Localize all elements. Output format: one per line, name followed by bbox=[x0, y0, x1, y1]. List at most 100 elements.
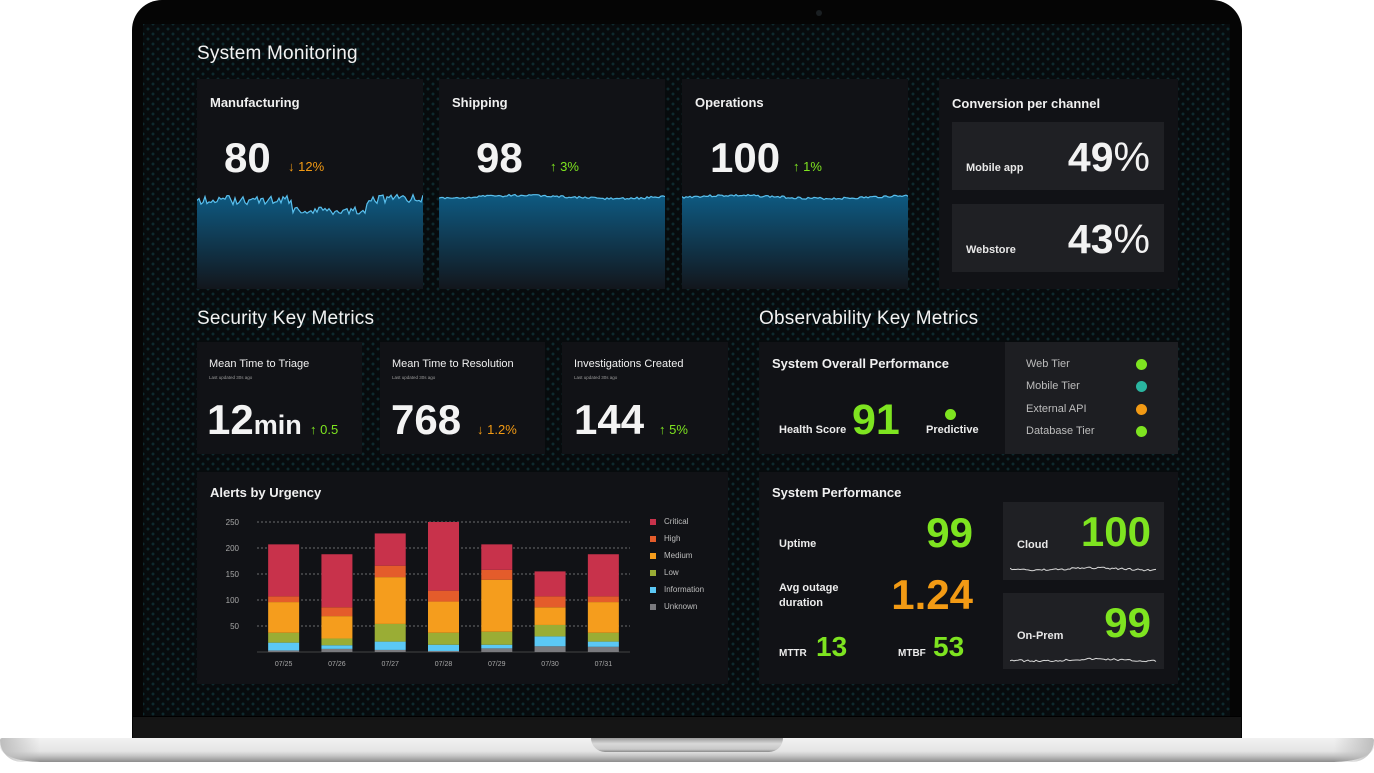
mttr-label: MTTR bbox=[779, 648, 807, 659]
bar-segment-medium bbox=[534, 607, 566, 625]
arrow-up-icon: ↑ bbox=[550, 159, 557, 174]
x-tick-label: 07/25 bbox=[275, 661, 293, 668]
channel-value: 43% bbox=[1067, 216, 1150, 262]
legend-swatch bbox=[650, 553, 656, 559]
area-fill bbox=[439, 194, 665, 289]
panel-on-prem[interactable]: On-Prem 99 bbox=[1003, 593, 1164, 669]
sparkline-area-chart bbox=[682, 193, 908, 289]
metric-value: 144 bbox=[574, 396, 645, 443]
card-manufacturing[interactable]: Manufacturing 80 ↓ 12% bbox=[197, 79, 423, 289]
bar-segment-medium bbox=[428, 601, 459, 633]
legend-item-medium[interactable]: Medium bbox=[664, 551, 692, 560]
metric-delta: ↓ 12% bbox=[288, 159, 325, 174]
bar-segment-information bbox=[374, 641, 406, 650]
bar-segment-low bbox=[374, 623, 406, 642]
mtbf-value[interactable]: 53 bbox=[933, 633, 964, 661]
channel-mobile-app[interactable]: Mobile app 49% bbox=[952, 122, 1164, 190]
bar-segment-unknown bbox=[321, 648, 353, 652]
y-tick-label: 50 bbox=[230, 622, 239, 631]
bar-segment-information bbox=[481, 644, 513, 649]
area-fill bbox=[197, 194, 423, 289]
metric-value: 98 bbox=[476, 134, 523, 181]
sparkline-path bbox=[1010, 566, 1157, 572]
card-title: Mean Time to Resolution bbox=[392, 358, 514, 370]
bar-segment-medium bbox=[587, 602, 619, 633]
bar-segment-medium bbox=[321, 616, 353, 639]
card-title: System Performance bbox=[772, 485, 902, 500]
card-title: Conversion per channel bbox=[952, 96, 1101, 111]
arrow-down-icon: ↓ bbox=[477, 422, 484, 437]
bar-segment-information bbox=[587, 641, 619, 647]
bar-segment-low bbox=[534, 624, 566, 637]
x-tick-label: 07/28 bbox=[435, 661, 453, 668]
y-tick-label: 150 bbox=[226, 570, 240, 579]
bar-segment-information bbox=[321, 645, 353, 649]
card-mean-time-to-resolution[interactable]: Mean Time to Resolution Last updated 30s… bbox=[380, 342, 545, 454]
metric-delta: ↑ 0.5 bbox=[310, 422, 339, 437]
bar-segment-critical bbox=[374, 533, 406, 566]
section-title-observability: Observability Key Metrics bbox=[759, 308, 979, 329]
legend-item-unknown[interactable]: Unknown bbox=[664, 602, 697, 611]
x-tick-label: 07/31 bbox=[595, 661, 613, 668]
card-alerts-by-urgency: Alerts by Urgency 50 100 150 200 250 07/25 07/… bbox=[197, 472, 728, 684]
y-tick-label: 100 bbox=[226, 596, 240, 605]
card-investigations-created[interactable]: Investigations Created Last updated 30s … bbox=[562, 342, 728, 454]
bar-segment-low bbox=[268, 632, 300, 643]
status-dot-icon bbox=[1136, 426, 1147, 437]
legend-item-low[interactable]: Low bbox=[664, 568, 679, 577]
bar-segment-unknown bbox=[481, 648, 513, 652]
health-score-value[interactable]: 91 bbox=[852, 399, 900, 442]
metric-value: 100 bbox=[710, 134, 781, 181]
bar-segment-unknown bbox=[374, 649, 406, 652]
camera-icon bbox=[816, 10, 822, 16]
bar-segment-critical bbox=[587, 554, 619, 597]
bar-segment-critical bbox=[534, 571, 566, 597]
card-system-overall-performance: System Overall Performance Health Score … bbox=[759, 342, 1178, 454]
dashboard-screen: System Monitoring Manufacturing 80 ↓ 12%… bbox=[143, 24, 1230, 716]
status-dot-icon bbox=[1136, 359, 1147, 370]
cloud-label: Cloud bbox=[1017, 539, 1049, 551]
alerts-stacked-bar-chart: 50 100 150 200 250 07/25 07/26 07/27 07/28 07/29 0… bbox=[226, 518, 630, 668]
legend-swatch bbox=[650, 587, 656, 593]
legend-swatch bbox=[650, 536, 656, 542]
bar-segment-high bbox=[481, 569, 513, 580]
section-title-system-monitoring: System Monitoring bbox=[197, 43, 358, 64]
bar-segment-high bbox=[321, 607, 353, 617]
metric-delta: ↓ 1.2% bbox=[477, 422, 517, 437]
card-title: Operations bbox=[695, 95, 764, 110]
bar-segment-high bbox=[374, 565, 406, 578]
bar-segment-unknown bbox=[428, 650, 459, 652]
bar-segment-unknown bbox=[268, 650, 300, 652]
bar-segment-high bbox=[587, 596, 619, 603]
on-prem-label: On-Prem bbox=[1017, 630, 1064, 642]
bar-segment-low bbox=[321, 638, 353, 646]
bar-segment-critical bbox=[428, 522, 459, 591]
legend-item-high[interactable]: High bbox=[664, 534, 680, 543]
legend-swatch bbox=[650, 519, 656, 525]
bar-segment-low bbox=[587, 632, 619, 642]
cloud-sparkline bbox=[1010, 566, 1157, 572]
bar-segment-unknown bbox=[587, 646, 619, 652]
card-operations[interactable]: Operations 100 ↑ 1% bbox=[682, 79, 908, 289]
cloud-value: 100 bbox=[1080, 508, 1151, 555]
bar-segment-high bbox=[534, 596, 566, 608]
x-tick-label: 07/30 bbox=[541, 661, 559, 668]
uptime-value[interactable]: 99 bbox=[926, 512, 973, 554]
legend-item-information[interactable]: Information bbox=[664, 585, 704, 594]
avg-outage-value[interactable]: 1.24 bbox=[891, 574, 973, 616]
legend-item-critical[interactable]: Critical bbox=[664, 517, 688, 526]
card-title: Manufacturing bbox=[210, 95, 300, 110]
bar-segment-low bbox=[481, 631, 513, 645]
metric-delta: ↑ 1% bbox=[793, 159, 822, 174]
x-tick-label: 07/26 bbox=[328, 661, 346, 668]
panel-cloud[interactable]: Cloud 100 bbox=[1003, 502, 1164, 580]
y-tick-label: 250 bbox=[226, 518, 240, 527]
card-mean-time-to-triage[interactable]: Mean Time to Triage Last updated 30s ago… bbox=[197, 342, 362, 454]
avg-outage-label: Avg outage duration bbox=[779, 582, 839, 610]
metric-value: 12min bbox=[207, 396, 302, 443]
channel-webstore[interactable]: Webstore 43% bbox=[952, 204, 1164, 272]
card-title: Investigations Created bbox=[574, 358, 684, 370]
health-score-label: Health Score bbox=[779, 424, 847, 436]
card-shipping[interactable]: Shipping 98 ↑ 3% bbox=[439, 79, 665, 289]
mttr-value[interactable]: 13 bbox=[816, 633, 847, 661]
